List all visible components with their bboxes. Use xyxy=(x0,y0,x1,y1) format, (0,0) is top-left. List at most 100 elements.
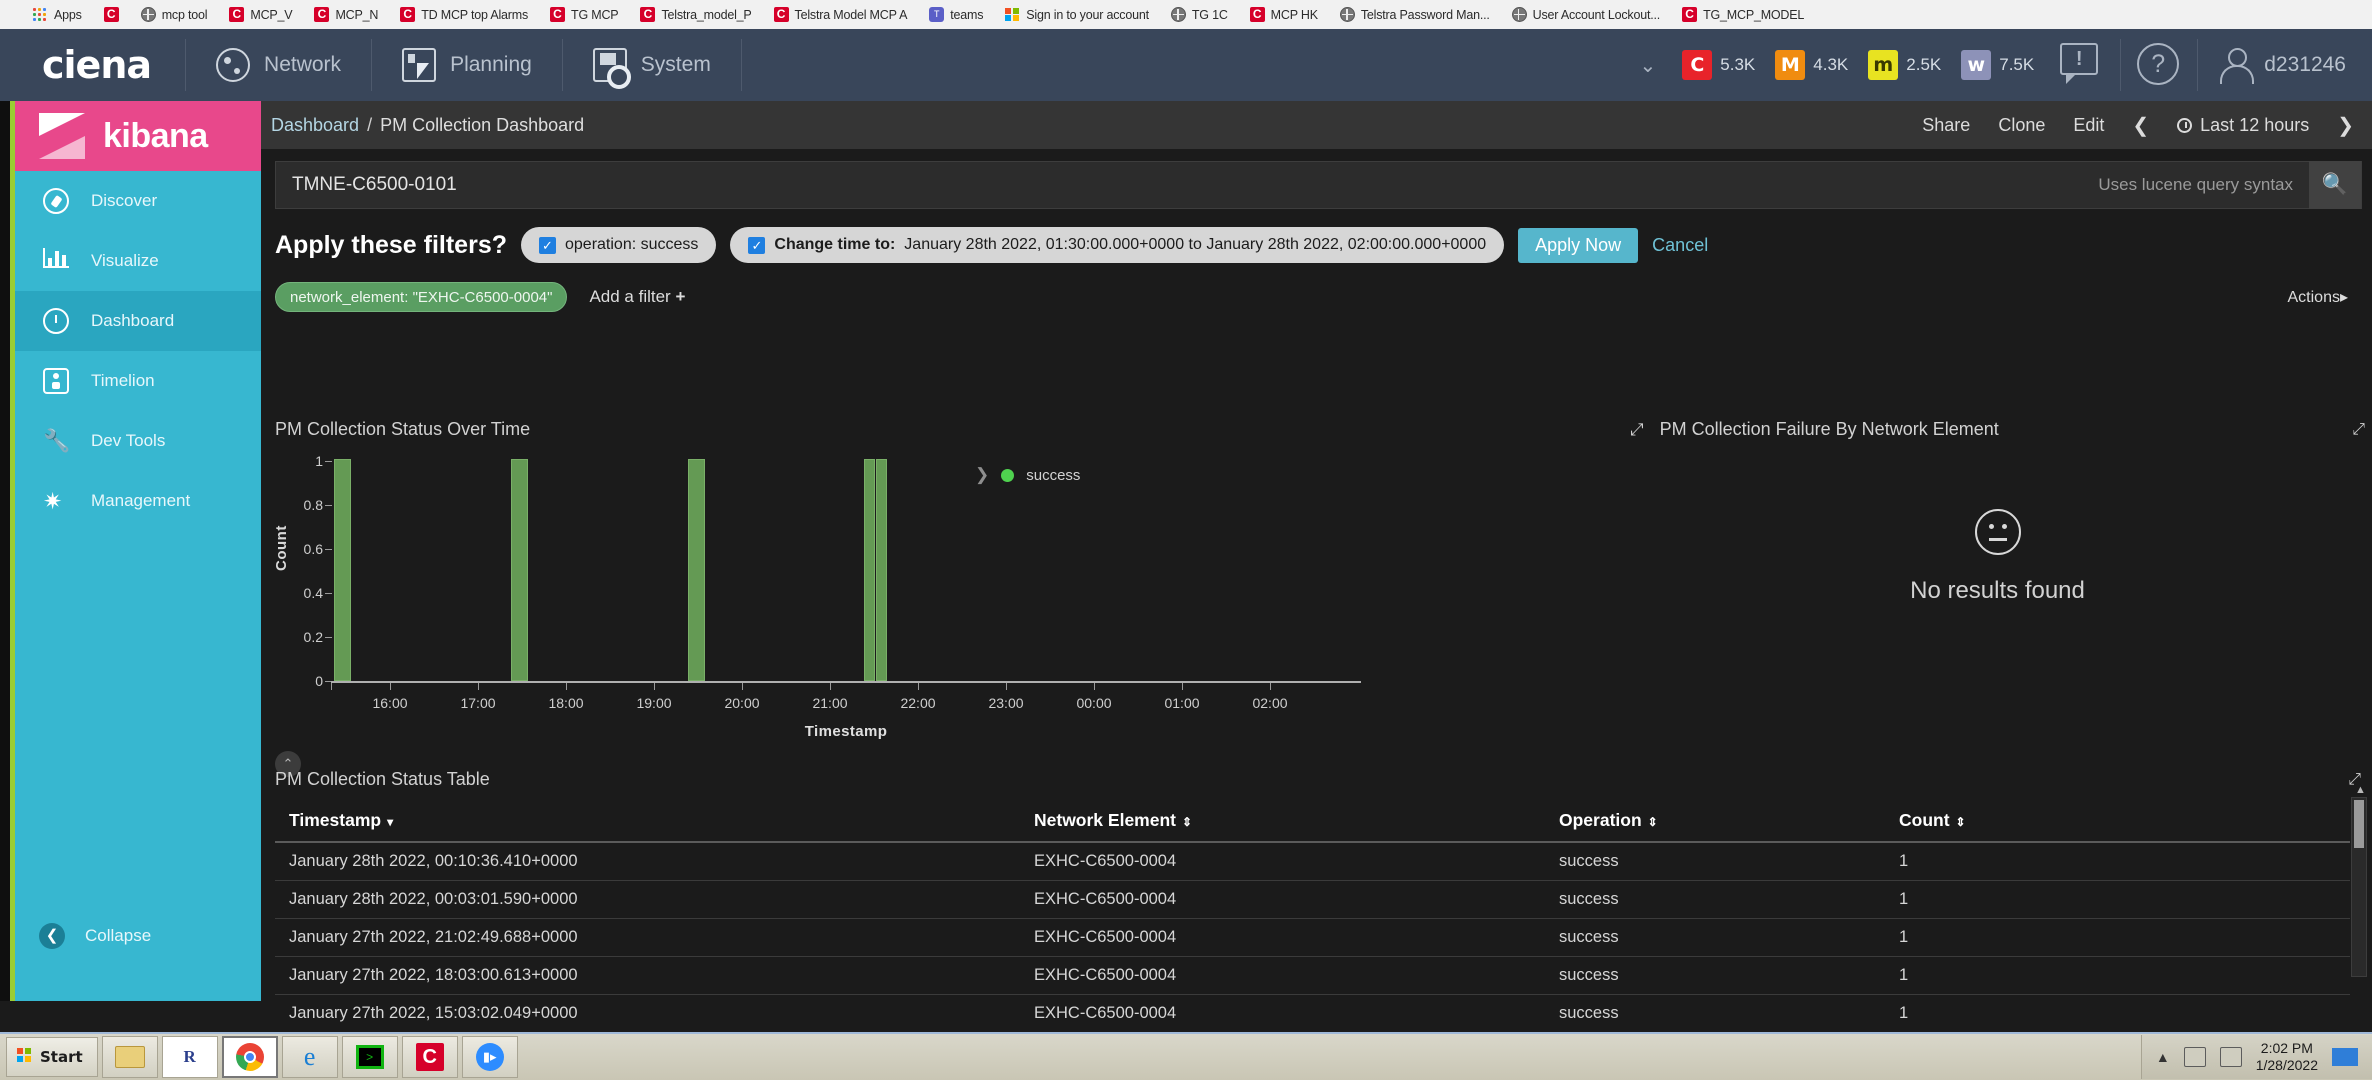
taskbar-zoom[interactable]: ▮▸ xyxy=(461,1036,518,1078)
sidebar-collapse-button[interactable]: ❮ Collapse xyxy=(15,911,261,961)
edit-button[interactable]: Edit xyxy=(2073,115,2104,136)
table-row[interactable]: January 27th 2022, 15:03:02.049+0000 EXH… xyxy=(275,994,2350,1033)
add-filter-button[interactable]: Add a filter + xyxy=(589,287,685,307)
sidebar-item-dev-tools[interactable]: 🔧 Dev Tools xyxy=(15,411,261,471)
legend-toggle-icon[interactable]: ❯ xyxy=(975,465,989,485)
time-range-picker[interactable]: Last 12 hours xyxy=(2177,115,2309,136)
scrollbar-thumb[interactable] xyxy=(2354,800,2364,848)
bookmark-tg-mcp[interactable]: C TG MCP xyxy=(539,3,629,27)
network-icon[interactable] xyxy=(2183,1047,2206,1067)
table-row[interactable]: January 27th 2022, 21:02:49.688+0000 EXH… xyxy=(275,918,2350,957)
taskbar-file-explorer[interactable] xyxy=(101,1036,158,1078)
table-row[interactable]: January 28th 2022, 00:10:36.410+0000 EXH… xyxy=(275,842,2350,881)
alarm-critical[interactable]: C 5.3K xyxy=(1672,50,1765,80)
bar-success-3[interactable] xyxy=(688,459,705,681)
scroll-up-icon[interactable]: ▲ xyxy=(2355,784,2366,796)
alarm-warning[interactable]: w 7.5K xyxy=(1951,50,2044,80)
bar-success-2[interactable] xyxy=(511,459,528,681)
taskbar-r-app[interactable]: R xyxy=(161,1036,218,1078)
bookmark-telstra-password[interactable]: Telstra Password Man... xyxy=(1329,3,1501,27)
plot-area xyxy=(331,459,1361,681)
pending-filter-operation[interactable]: ✓ operation: success xyxy=(521,227,717,263)
clock[interactable]: 2:02 PM 1/28/2022 xyxy=(2256,1040,2318,1074)
sidebar-item-label: Visualize xyxy=(91,251,159,270)
checkbox-icon[interactable]: ✓ xyxy=(539,236,556,254)
show-hidden-icon[interactable]: ▲ xyxy=(2156,1049,2170,1065)
taskbar-ciena-app[interactable]: C xyxy=(401,1036,458,1078)
search-input[interactable]: TMNE-C6500-0101 xyxy=(276,174,457,196)
breadcrumb-root[interactable]: Dashboard xyxy=(271,115,359,135)
expand-arrows-icon[interactable]: ⤢ xyxy=(1630,420,1644,440)
nav-item-network[interactable]: Network xyxy=(186,29,371,101)
user-menu[interactable]: d231246 xyxy=(2198,48,2346,84)
nav-item-planning[interactable]: Planning xyxy=(372,29,562,101)
table-row[interactable]: January 28th 2022, 00:03:01.590+0000 EXH… xyxy=(275,880,2350,919)
share-button[interactable]: Share xyxy=(1922,115,1970,136)
nav-item-system[interactable]: System xyxy=(563,29,741,101)
bar-success-4[interactable] xyxy=(864,459,875,681)
time-next-button[interactable]: ❯ xyxy=(2337,113,2354,138)
alert-bubble-icon[interactable]: ! xyxy=(2060,43,2104,87)
x-tick-label: 23:00 xyxy=(988,695,1024,711)
time-prev-button[interactable]: ❮ xyxy=(2132,113,2149,138)
bookmark-tg-mcp-model[interactable]: C TG_MCP_MODEL xyxy=(1671,3,1815,27)
bookmark-telstra-model-p[interactable]: C Telstra_model_P xyxy=(629,3,762,27)
bookmark-user-account-lockout[interactable]: User Account Lockout... xyxy=(1501,3,1671,27)
ciena-logo[interactable]: ciena xyxy=(0,43,185,87)
help-question-icon[interactable]: ? xyxy=(2137,43,2181,87)
sidebar-item-label: Dev Tools xyxy=(91,431,166,450)
chevron-down-icon[interactable]: ⌄ xyxy=(1624,53,1673,78)
table-row[interactable]: January 27th 2022, 18:03:00.613+0000 EXH… xyxy=(275,956,2350,995)
ciena-c-icon: C xyxy=(400,7,416,22)
bookmark-sign-in[interactable]: Sign in to your account xyxy=(994,3,1160,27)
clone-button[interactable]: Clone xyxy=(1998,115,2045,136)
sidebar-item-timelion[interactable]: Timelion xyxy=(15,351,261,411)
apply-now-button[interactable]: Apply Now xyxy=(1518,227,1639,263)
table-scrollbar[interactable]: ▲ xyxy=(2351,784,2367,977)
bookmark-mcp-hk[interactable]: C MCP HK xyxy=(1239,3,1329,27)
bar-success-5[interactable] xyxy=(876,459,887,681)
bookmark-mcp-n[interactable]: C MCP_N xyxy=(303,3,389,27)
divider xyxy=(2120,39,2122,91)
alarm-minor[interactable]: m 2.5K xyxy=(1858,50,1951,80)
sidebar-item-management[interactable]: ✷ Management xyxy=(15,471,261,531)
bookmark-teams[interactable]: T teams xyxy=(918,3,994,27)
bookmark-mcp-tool[interactable]: mcp tool xyxy=(130,3,219,27)
search-icon[interactable]: 🔍 xyxy=(2309,161,2361,209)
taskbar-chrome[interactable] xyxy=(221,1036,278,1078)
bookmark-telstra-model-mcp-a[interactable]: C Telstra Model MCP A xyxy=(763,3,919,27)
cancel-button[interactable]: Cancel xyxy=(1652,235,1708,256)
bookmark-apps[interactable]: Apps xyxy=(22,3,93,27)
bookmark-ciena[interactable]: C xyxy=(93,3,130,27)
cell-operation: success xyxy=(1545,880,1885,919)
kibana-logo[interactable]: kibana xyxy=(15,101,261,171)
start-button[interactable]: Start xyxy=(6,1037,98,1077)
sidebar-item-discover[interactable]: Discover xyxy=(15,171,261,231)
bookmark-mcp-v[interactable]: C MCP_V xyxy=(218,3,303,27)
alarm-major[interactable]: M 4.3K xyxy=(1765,50,1858,80)
taskbar-internet-explorer[interactable]: e xyxy=(281,1036,338,1078)
table-header-row: Timestamp ▾ Network Element ⇕ Operation ⇕ C… xyxy=(275,802,2350,843)
sidebar-item-dashboard[interactable]: Dashboard xyxy=(15,291,261,351)
x-tick-label: 01:00 xyxy=(1164,695,1200,711)
bar-chart-icon xyxy=(43,248,69,274)
legend-label[interactable]: success xyxy=(1026,467,1080,484)
windows-logo-icon xyxy=(17,1048,33,1066)
bookmark-tg-1c[interactable]: TG 1C xyxy=(1160,3,1239,27)
taskbar-terminal[interactable]: > xyxy=(341,1036,398,1078)
column-header-count[interactable]: Count ⇕ xyxy=(1885,802,2350,843)
column-header-timestamp[interactable]: Timestamp ▾ xyxy=(275,802,1020,843)
column-header-operation[interactable]: Operation ⇕ xyxy=(1545,802,1885,843)
actions-menu[interactable]: Actions▸ xyxy=(2288,287,2363,307)
pending-filter-time[interactable]: ✓ Change time to: January 28th 2022, 01:… xyxy=(730,227,1505,263)
checkbox-icon[interactable]: ✓ xyxy=(748,236,766,254)
filter-pill-network-element[interactable]: network_element: "EXHC-C6500-0004" xyxy=(275,282,568,312)
empty-state-text: No results found xyxy=(1910,577,2085,604)
desktop-peek-icon[interactable] xyxy=(2332,1048,2358,1066)
security-icon[interactable] xyxy=(2219,1047,2242,1067)
sidebar-item-visualize[interactable]: Visualize xyxy=(15,231,261,291)
bookmark-td-mcp-top-alarms[interactable]: C TD MCP top Alarms xyxy=(389,3,539,27)
panel-options-icon[interactable]: ⤢ xyxy=(2352,421,2365,439)
bar-success-1[interactable] xyxy=(334,459,351,681)
column-header-network-element[interactable]: Network Element ⇕ xyxy=(1020,802,1545,843)
